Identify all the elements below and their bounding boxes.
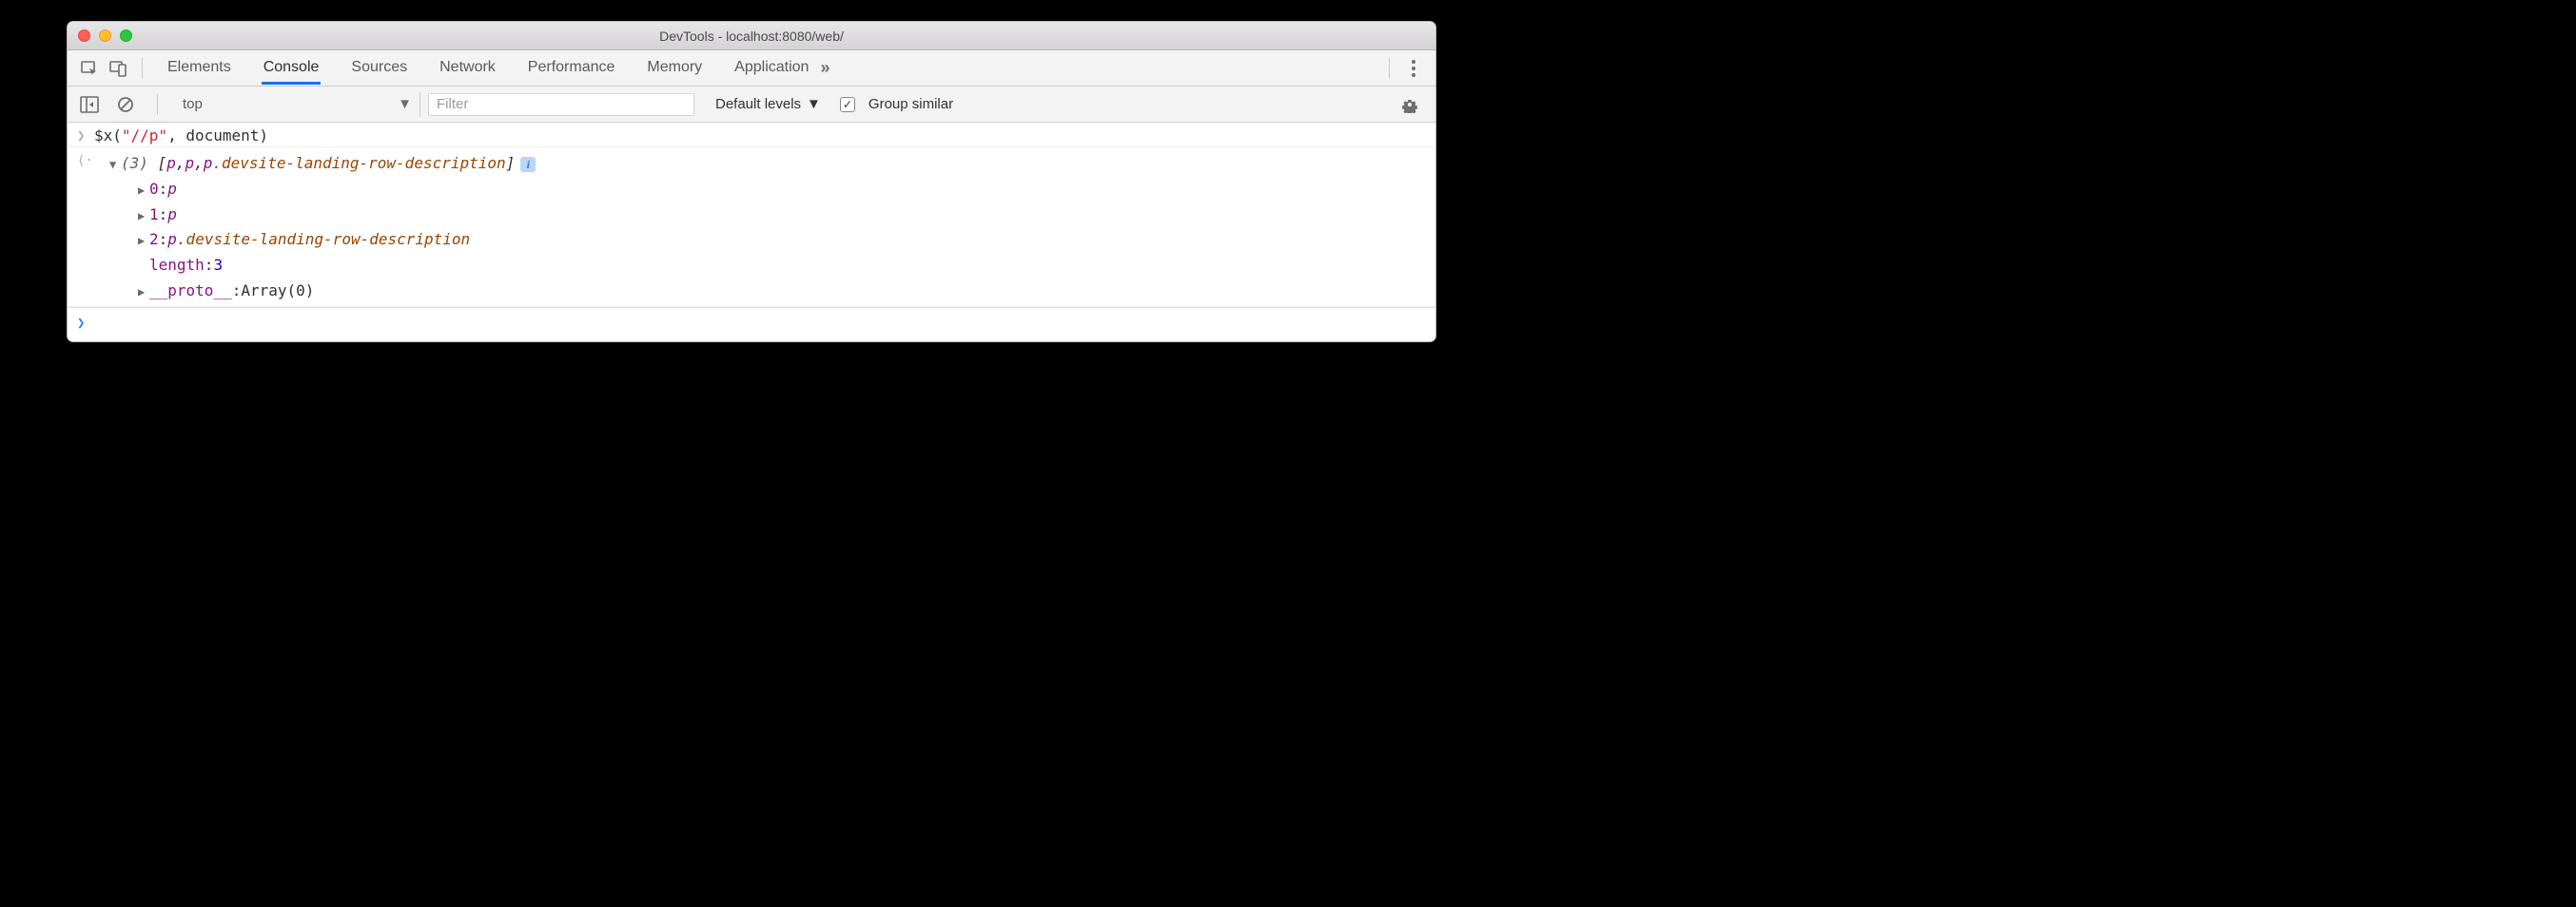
kebab-menu-button[interactable]	[1399, 54, 1428, 83]
tab-performance[interactable]: Performance	[526, 51, 617, 85]
console-prompt[interactable]: ❯	[68, 308, 1435, 341]
clear-console-icon[interactable]	[111, 90, 140, 119]
context-selector[interactable]: top ▼	[175, 92, 420, 117]
separator	[142, 58, 143, 79]
inspect-element-icon[interactable]	[75, 54, 104, 83]
array-item[interactable]: 0: p	[94, 177, 1426, 203]
output-marker-icon: ⟨·	[77, 151, 94, 168]
devtools-window: DevTools - localhost:8080/web/ Elements …	[67, 21, 1436, 342]
expand-toggle-icon[interactable]	[138, 283, 149, 301]
separator	[1389, 58, 1390, 79]
output-object: (3) [p, p, p.devsite-landing-row-descrip…	[94, 151, 1426, 304]
more-tabs-button[interactable]: »	[810, 54, 839, 83]
separator	[157, 94, 158, 115]
array-item[interactable]: 1: p	[94, 203, 1426, 228]
toggle-device-toolbar-icon[interactable]	[104, 54, 132, 83]
tab-network[interactable]: Network	[438, 51, 498, 85]
console-output[interactable]: ⟨· (3) [p, p, p.devsite-landing-row-desc…	[68, 147, 1435, 307]
tab-application[interactable]: Application	[732, 51, 810, 85]
tab-console[interactable]: Console	[262, 51, 322, 85]
prompt-input[interactable]	[94, 314, 1426, 332]
show-console-sidebar-icon[interactable]	[75, 90, 104, 119]
expand-toggle-icon[interactable]	[109, 156, 121, 174]
main-tabstrip: Elements Console Sources Network Perform…	[68, 50, 1435, 87]
input-marker-icon: ❯	[77, 126, 94, 144]
filter-input[interactable]	[428, 93, 694, 116]
expand-toggle-icon[interactable]	[138, 232, 149, 250]
log-levels-label: Default levels	[715, 96, 801, 112]
group-similar-label: Group similar	[868, 96, 953, 112]
tab-elements[interactable]: Elements	[166, 51, 233, 85]
panel-tabs: Elements Console Sources Network Perform…	[166, 51, 810, 85]
console-toolbar: top ▼ Default levels ▼ ✓ Group similar	[68, 87, 1435, 123]
input-expression: $x("//p", document)	[94, 126, 1426, 145]
tab-sources[interactable]: Sources	[349, 51, 409, 85]
titlebar: DevTools - localhost:8080/web/	[68, 22, 1435, 50]
console-settings-icon[interactable]	[1395, 90, 1424, 119]
info-badge-icon[interactable]: i	[520, 157, 536, 172]
expand-toggle-icon[interactable]	[138, 207, 149, 225]
prompt-marker-icon: ❯	[77, 314, 94, 331]
array-item[interactable]: 2: p.devsite-landing-row-description	[94, 227, 1426, 253]
expand-toggle-icon[interactable]	[138, 182, 149, 200]
console-input-echo[interactable]: ❯ $x("//p", document)	[68, 123, 1435, 147]
dropdown-caret-icon: ▼	[807, 96, 821, 112]
dropdown-caret-icon: ▼	[398, 96, 412, 112]
window-title: DevTools - localhost:8080/web/	[68, 29, 1435, 44]
length-property[interactable]: length: 3	[94, 253, 1426, 279]
tab-memory[interactable]: Memory	[645, 51, 704, 85]
context-label: top	[183, 96, 203, 112]
proto-property[interactable]: __proto__: Array(0)	[94, 279, 1426, 304]
array-summary[interactable]: (3) [p, p, p.devsite-landing-row-descrip…	[94, 151, 1426, 177]
console-body: ❯ $x("//p", document) ⟨· (3) [p, p, p.de…	[68, 123, 1435, 341]
log-levels-selector[interactable]: Default levels ▼	[715, 96, 821, 112]
group-similar-checkbox[interactable]: ✓	[840, 97, 855, 112]
